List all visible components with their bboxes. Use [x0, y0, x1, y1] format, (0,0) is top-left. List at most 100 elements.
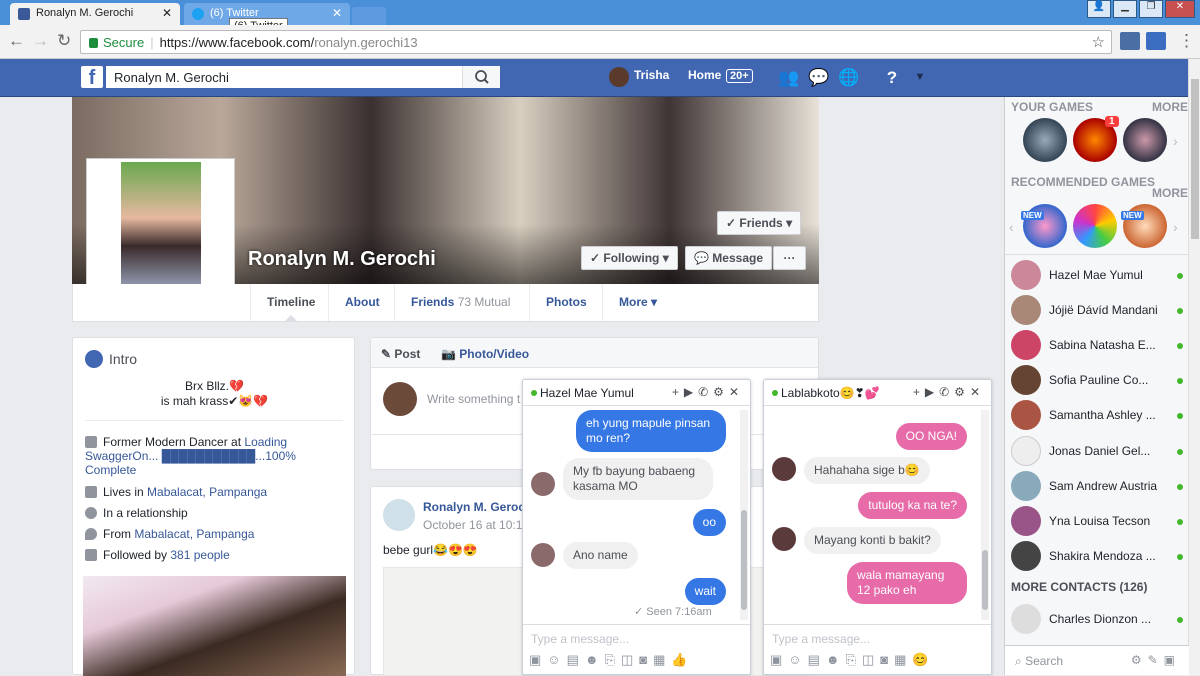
- restore-button[interactable]: ❐: [1139, 0, 1163, 18]
- close-icon[interactable]: ✕: [729, 385, 744, 399]
- like-icon[interactable]: 👍: [671, 652, 693, 667]
- close-tab-icon[interactable]: ✕: [162, 6, 172, 20]
- contact-item[interactable]: Charles Dionzon ...: [1011, 602, 1187, 634]
- phone-icon[interactable]: ✆: [698, 385, 713, 399]
- scrollbar-thumb[interactable]: [741, 510, 747, 610]
- tab-more[interactable]: More ▾: [602, 284, 673, 321]
- game-icon[interactable]: ◫: [862, 652, 880, 667]
- forward-icon[interactable]: →: [32, 31, 49, 51]
- new-tab-button[interactable]: [352, 7, 386, 25]
- home-link[interactable]: Home: [688, 68, 721, 82]
- attach-icon[interactable]: ⎘: [846, 652, 862, 667]
- photo-video-tab[interactable]: 📷 Photo/Video: [441, 347, 529, 361]
- contact-item[interactable]: Samantha Ashley ...: [1011, 398, 1187, 430]
- profile-name[interactable]: Ronalyn M. Gerochi: [248, 248, 436, 271]
- emoji-reaction-icon[interactable]: 😊: [912, 652, 934, 667]
- close-window-button[interactable]: ✕: [1165, 0, 1195, 18]
- menu-icon[interactable]: ⋮: [1178, 31, 1195, 51]
- avatar[interactable]: [609, 67, 629, 87]
- message-input[interactable]: Type a message...: [764, 624, 991, 652]
- post-tab[interactable]: ✎ Post: [381, 347, 420, 361]
- next-arrow-icon[interactable]: ›: [1173, 219, 1178, 235]
- photo-icon[interactable]: ▣: [529, 652, 547, 667]
- gear-icon[interactable]: ⚙: [713, 385, 729, 399]
- more-games-link[interactable]: MORE: [1152, 100, 1188, 114]
- notifications-globe-icon[interactable]: 🌐: [838, 68, 859, 88]
- game-icon[interactable]: [1123, 118, 1167, 162]
- photo-icon[interactable]: ▣: [770, 652, 788, 667]
- contact-item[interactable]: Jonas Daniel Gel...: [1011, 434, 1187, 466]
- contact-item[interactable]: Sofia Pauline Co...: [1011, 363, 1187, 395]
- contact-item[interactable]: Sam Andrew Austria: [1011, 469, 1187, 501]
- game-icon[interactable]: [1023, 118, 1067, 162]
- game-icon[interactable]: ◫: [621, 652, 639, 667]
- chat-name[interactable]: Lablabkoto😊❣💕: [781, 386, 880, 400]
- attach-icon[interactable]: ⎘: [605, 652, 621, 667]
- gear-icon[interactable]: ⚙: [954, 385, 970, 399]
- contact-item[interactable]: Shakira Mendoza ...: [1011, 539, 1187, 571]
- reload-icon[interactable]: ↻: [57, 31, 71, 51]
- next-arrow-icon[interactable]: ›: [1173, 133, 1178, 149]
- emoji-icon[interactable]: ☻: [585, 652, 605, 667]
- post-date[interactable]: October 16 at 10:1: [423, 518, 522, 532]
- composer-input[interactable]: Write something t: [427, 392, 520, 406]
- page-scrollbar[interactable]: [1188, 59, 1200, 675]
- extension-icon[interactable]: [1120, 32, 1140, 50]
- contact-item[interactable]: Jójië Dávíd Mandani: [1011, 293, 1187, 325]
- back-icon[interactable]: ←: [8, 31, 25, 51]
- close-tab-icon[interactable]: ✕: [332, 6, 342, 20]
- more-recommended-link[interactable]: MORE: [1152, 186, 1188, 200]
- video-call-icon[interactable]: ▶: [925, 385, 939, 399]
- game-icon[interactable]: [1073, 204, 1117, 248]
- search-button[interactable]: [462, 66, 500, 88]
- chat-scrollbar[interactable]: [740, 410, 748, 620]
- contact-item[interactable]: Sabina Natasha E...: [1011, 328, 1187, 360]
- add-icon[interactable]: +: [672, 385, 684, 399]
- calendar-icon[interactable]: ▦: [653, 652, 671, 667]
- camera-icon[interactable]: ◙: [639, 652, 653, 667]
- message-button[interactable]: 💬 Message: [685, 246, 772, 270]
- search-extension-icon[interactable]: [1146, 32, 1166, 50]
- more-options-button[interactable]: ···: [773, 246, 806, 270]
- post-author[interactable]: Ronalyn M. Geroc: [423, 500, 525, 514]
- dropdown-arrow-icon[interactable]: ▼: [910, 71, 930, 91]
- minimize-button[interactable]: ▁: [1113, 0, 1137, 18]
- video-call-icon[interactable]: ▶: [684, 385, 698, 399]
- emoji-icon[interactable]: ☻: [826, 652, 846, 667]
- facebook-search-input[interactable]: Ronalyn M. Gerochi: [106, 66, 500, 88]
- followers-link[interactable]: 381 people: [170, 548, 229, 562]
- featured-photo[interactable]: [83, 576, 346, 676]
- chat-name[interactable]: Hazel Mae Yumul: [540, 386, 634, 400]
- friend-requests-icon[interactable]: 👥: [778, 68, 799, 88]
- scrollbar-thumb[interactable]: [982, 550, 988, 610]
- scrollbar-thumb[interactable]: [1191, 79, 1199, 239]
- camera-icon[interactable]: ◙: [880, 652, 894, 667]
- sidebar-options-icons[interactable]: ⚙✎▣: [1131, 653, 1181, 667]
- tab-photos[interactable]: Photos: [529, 284, 603, 321]
- from-link[interactable]: Mabalacat, Pampanga: [134, 527, 254, 541]
- friends-button[interactable]: ✓ Friends ▾: [717, 211, 802, 235]
- gif-icon[interactable]: ▤: [567, 652, 585, 667]
- url-field[interactable]: Secure | https://www.facebook.com/ronalyn.…: [80, 30, 1112, 54]
- message-input[interactable]: Type a message...: [523, 624, 750, 652]
- contact-item[interactable]: Yna Louisa Tecson: [1011, 504, 1187, 536]
- sticker-icon[interactable]: ☺: [547, 652, 566, 667]
- chat-scrollbar[interactable]: [981, 410, 989, 620]
- calendar-icon[interactable]: ▦: [894, 652, 912, 667]
- profile-icon[interactable]: 👤: [1087, 0, 1111, 18]
- lives-link[interactable]: Mabalacat, Pampanga: [147, 485, 267, 499]
- phone-icon[interactable]: ✆: [939, 385, 954, 399]
- contact-search-input[interactable]: ⌕ Search ⚙✎▣: [1005, 645, 1189, 675]
- facebook-logo-icon[interactable]: f: [81, 66, 103, 89]
- profile-link[interactable]: Trisha: [634, 68, 669, 82]
- tab-friends[interactable]: Friends 73 Mutual: [394, 284, 526, 321]
- gif-icon[interactable]: ▤: [808, 652, 826, 667]
- tab-about[interactable]: About: [328, 284, 396, 321]
- close-icon[interactable]: ✕: [970, 385, 985, 399]
- star-icon[interactable]: ☆: [1092, 33, 1105, 51]
- avatar[interactable]: [383, 499, 415, 531]
- tab-facebook[interactable]: Ronalyn M. Gerochi ✕: [10, 3, 180, 25]
- following-button[interactable]: ✓ Following ▾: [581, 246, 678, 270]
- messenger-icon[interactable]: 💬: [808, 68, 829, 88]
- contact-item[interactable]: Hazel Mae Yumul: [1011, 258, 1187, 290]
